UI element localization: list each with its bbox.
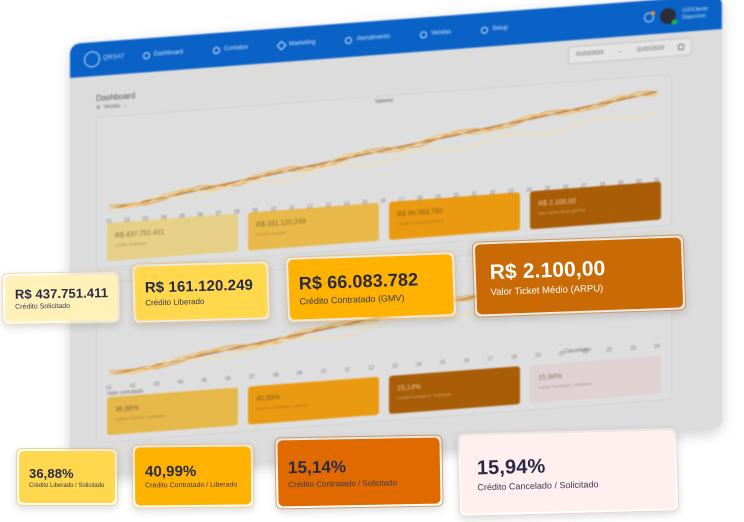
kpi-card-credito-contratado: R$ 66.083.782 Crédito Contratado (GMV) [284,251,458,323]
x-tick-label: 09 [297,371,303,377]
card-body: 36,88% Crédito Liberado / Solicitado [19,451,115,503]
kpi-value: 15,94% [476,455,546,479]
x-tick-label: 04 [178,379,184,385]
avatar[interactable] [660,7,677,25]
kpi-card-liberado-solicitado: 36,88% Crédito Liberado / Solicitado [16,448,118,506]
gear-icon: ⚙ [96,104,101,112]
x-tick-label: 10 [321,369,327,375]
app-logo[interactable]: QRSAT [84,49,125,68]
kpi-label: Crédito Contratado / Liberado [145,481,238,490]
card-body: R$ 161.120.249 Crédito Liberado [134,263,268,321]
date-separator: → [617,48,623,55]
dollar-icon [420,30,428,39]
nav-item-setup[interactable]: Setup [481,25,508,34]
diamond-icon [276,40,287,51]
nav-item-atendimento[interactable]: Atendimento [345,33,391,44]
bg-kpi-card: 15,94% Crédito Cancelado / Solicitado [530,355,661,404]
x-tick-label: 12 [368,365,374,371]
x-tick-label: 13 [392,363,398,369]
user-status: Disponível [682,13,706,21]
card-body: R$ 66.083.782 Crédito Contratado (GMV) [288,254,454,320]
kpi-label: Crédito Liberado [145,296,205,308]
nav-item-vendas[interactable]: Vendas [420,29,452,39]
x-tick-label: 14 [416,362,422,368]
kpi-label: Crédito Solicitado [15,302,71,311]
nav-label: Setup [492,25,508,33]
nav-label: Contatos [224,44,249,53]
kpi-value: R$ 161.120.249 [144,276,254,297]
kpi-card-contratado-solicitado: 15,14% Crédito Contratado / Solicitado [274,434,444,510]
logo-text: QRSAT [103,53,125,62]
nav-label: Marketing [289,39,316,48]
kpi-value: R$ 66.083.782 [298,268,419,294]
x-tick-label: 24 [654,344,660,350]
gear-icon [481,26,489,34]
kpi-card-cancelado-solicitado: 15,94% Crédito Cancelado / Solicitado [456,427,680,517]
bg-kpi-card: 15,14% Crédito Contratado / Solicitado [389,366,520,415]
chevron-down-icon: ⌄ [123,102,128,110]
nav-item-dashboard[interactable]: Dashboard [142,49,184,60]
kpi-label: Crédito Liberado / Solicitado [29,482,105,489]
x-tick-label: 08 [273,372,279,378]
kpi-card-ticket-medio: R$ 2.100,00 Valor Ticket Médio (ARPU) [471,234,687,318]
x-tick-label: 15 [440,360,446,366]
nav-label: Atendimento [356,33,391,43]
x-tick-label: 23 [630,345,636,351]
clock-icon [142,51,150,60]
kpi-card-contratado-liberado: 40,99% Crédito Contratado / Liberado [131,443,255,509]
calendar-icon [678,43,685,51]
x-tick-label: 19 [535,353,541,359]
notification-icon[interactable] [644,12,655,23]
nav-item-marketing[interactable]: Marketing [276,39,316,51]
kpi-value: 40,99% [144,462,197,481]
x-tick-label: 22 [607,347,613,353]
kpi-value: R$ 437.751.411 [14,285,109,302]
x-tick-label: 16 [464,358,470,364]
x-tick-label: 06 [225,376,231,382]
x-tick-label: 07 [249,374,255,380]
nav-label: Vendas [431,29,452,37]
x-tick-label: 17 [487,356,493,362]
nav-label: Dashboard [153,49,184,58]
kpi-value: 15,14% [287,456,347,477]
whatsapp-icon [345,36,353,44]
date-start: 01/02/2023 [575,49,604,58]
card-body: R$ 2.100,00 Valor Ticket Médio (ARPU) [474,237,684,315]
card-body: 15,14% Crédito Contratado / Solicitado [277,437,441,507]
nav-item-contatos[interactable]: Contatos [213,44,248,54]
view-selector-label: Vendas [103,103,121,111]
x-tick-label: 05 [202,378,208,384]
date-end: 31/02/2023 [636,45,665,54]
card-body: 15,94% Crédito Cancelado / Solicitado [460,430,676,514]
x-tick-label: 18 [511,354,517,360]
kpi-card-credito-liberado: R$ 161.120.249 Crédito Liberado [131,260,271,324]
card-body: 40,99% Crédito Contratado / Liberado [134,446,252,506]
kpi-label: Crédito Contratado / Solicitado [288,477,398,489]
x-tick-label: 11 [345,367,350,373]
kpi-value: 36,88% [29,465,74,481]
contacts-icon [213,46,221,54]
logo-icon [84,50,100,68]
bg-kpi-card: 40,99% Crédito Contratado / Liberado [248,376,379,425]
x-tick-label: 03 [154,381,160,387]
user-menu[interactable]: OJOCliente Disponível [682,6,708,22]
card-body: R$ 437.751.411 Crédito Solicitado [4,274,118,322]
kpi-card-credito-solicitado: R$ 437.751.411 Crédito Solicitado [1,270,121,326]
